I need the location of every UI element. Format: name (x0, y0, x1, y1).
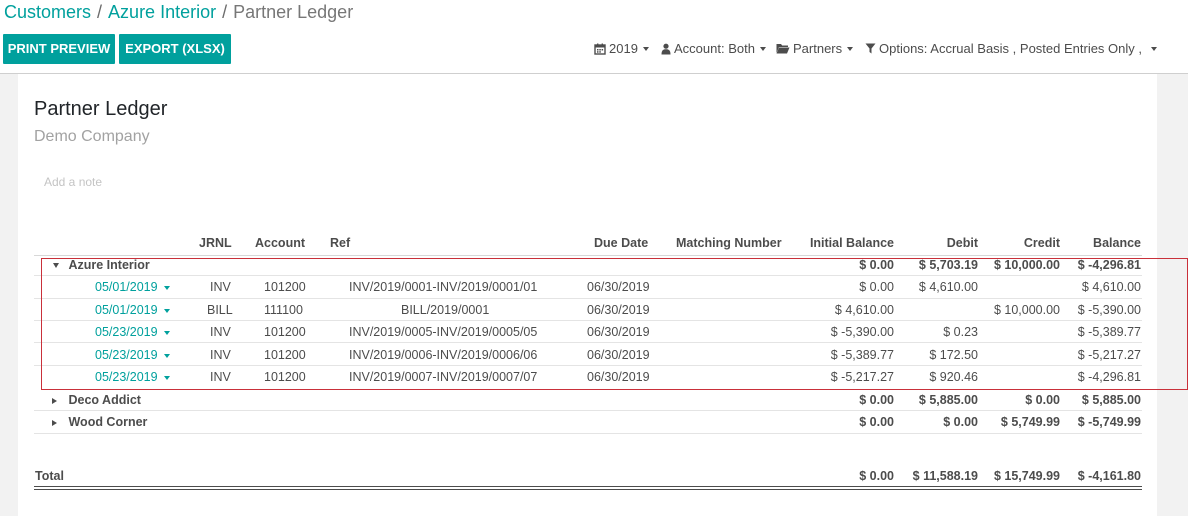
company-name: Demo Company (34, 128, 150, 145)
column-header-credit: Credit (1023, 236, 1060, 250)
group-credit: $ 5,749.99 (1000, 415, 1060, 429)
total-credit: $ 15,749.99 (993, 469, 1060, 483)
total-initial-balance: $ 0.00 (859, 469, 894, 483)
row-divider (34, 433, 1142, 434)
column-header-matching-number: Matching Number (676, 236, 782, 250)
group-balance: $ 5,885.00 (1081, 393, 1141, 407)
add-note-field[interactable]: Add a note (44, 175, 102, 189)
group-credit: $ 0.00 (1025, 393, 1060, 407)
column-header-due-date: Due Date (594, 236, 649, 250)
partners-filter-label: Partners (793, 41, 843, 56)
breadcrumb-customers[interactable]: Customers (4, 2, 91, 22)
column-header-account: Account (255, 236, 305, 250)
caret-right-icon (52, 397, 57, 404)
account-filter-label: Account: Both (674, 41, 755, 56)
account-filter-dropdown[interactable]: Account: Both (661, 41, 766, 56)
column-header-jrnl: JRNL (199, 236, 232, 250)
total-balance: $ -4,161.80 (1077, 469, 1141, 483)
caret-right-icon (52, 419, 57, 426)
options-filter-label: Options: Accrual Basis , Posted Entries … (879, 41, 1143, 56)
chevron-down-icon (759, 46, 766, 51)
column-header-balance: Balance (1093, 236, 1141, 250)
highlight-box (41, 258, 1188, 390)
column-header-ref: Ref (330, 236, 351, 250)
calendar-icon (594, 43, 606, 55)
group-row-wood-corner[interactable]: Wood Corner (52, 415, 147, 429)
chevron-down-icon (1151, 46, 1158, 51)
group-initial-balance: $ 0.00 (859, 393, 894, 407)
report-title: Partner Ledger (34, 98, 168, 120)
group-balance: $ -5,749.99 (1077, 415, 1141, 429)
user-icon (661, 43, 671, 54)
breadcrumb-separator: / (222, 2, 228, 22)
breadcrumb-partner-ledger: Partner Ledger (233, 2, 354, 22)
group-debit: $ 0.00 (943, 415, 978, 429)
breadcrumb-separator: / (97, 2, 103, 22)
total-debit: $ 11,588.19 (912, 469, 978, 483)
total-divider (34, 489, 1142, 490)
group-name: Wood Corner (68, 415, 148, 429)
date-filter-label: 2019 (609, 41, 638, 56)
date-filter-dropdown[interactable]: 2019 (594, 41, 649, 56)
chevron-down-icon (642, 46, 649, 51)
group-name: Deco Addict (68, 393, 141, 407)
table-header-divider (34, 255, 1142, 256)
column-header-initial-balance: Initial Balance (809, 236, 894, 250)
folder-icon (776, 44, 790, 54)
options-filter-dropdown[interactable]: Options: Accrual Basis , Posted Entries … (865, 41, 1158, 56)
filter-icon (865, 43, 876, 54)
print-preview-button[interactable]: PRINT PREVIEW (3, 34, 115, 64)
column-header-debit: Debit (946, 236, 978, 250)
total-divider (34, 486, 1142, 487)
partners-filter-dropdown[interactable]: Partners (776, 41, 854, 56)
group-row-deco-addict[interactable]: Deco Addict (52, 393, 141, 407)
row-divider (34, 410, 1142, 411)
total-label: Total (35, 469, 64, 483)
chevron-down-icon (847, 46, 854, 51)
breadcrumb: Customers / Azure Interior / Partner Ledger (4, 2, 353, 22)
breadcrumb-azure-interior[interactable]: Azure Interior (108, 2, 216, 22)
group-debit: $ 5,885.00 (918, 393, 978, 407)
group-initial-balance: $ 0.00 (859, 415, 894, 429)
export-xlsx-button[interactable]: EXPORT (XLSX) (119, 34, 231, 64)
